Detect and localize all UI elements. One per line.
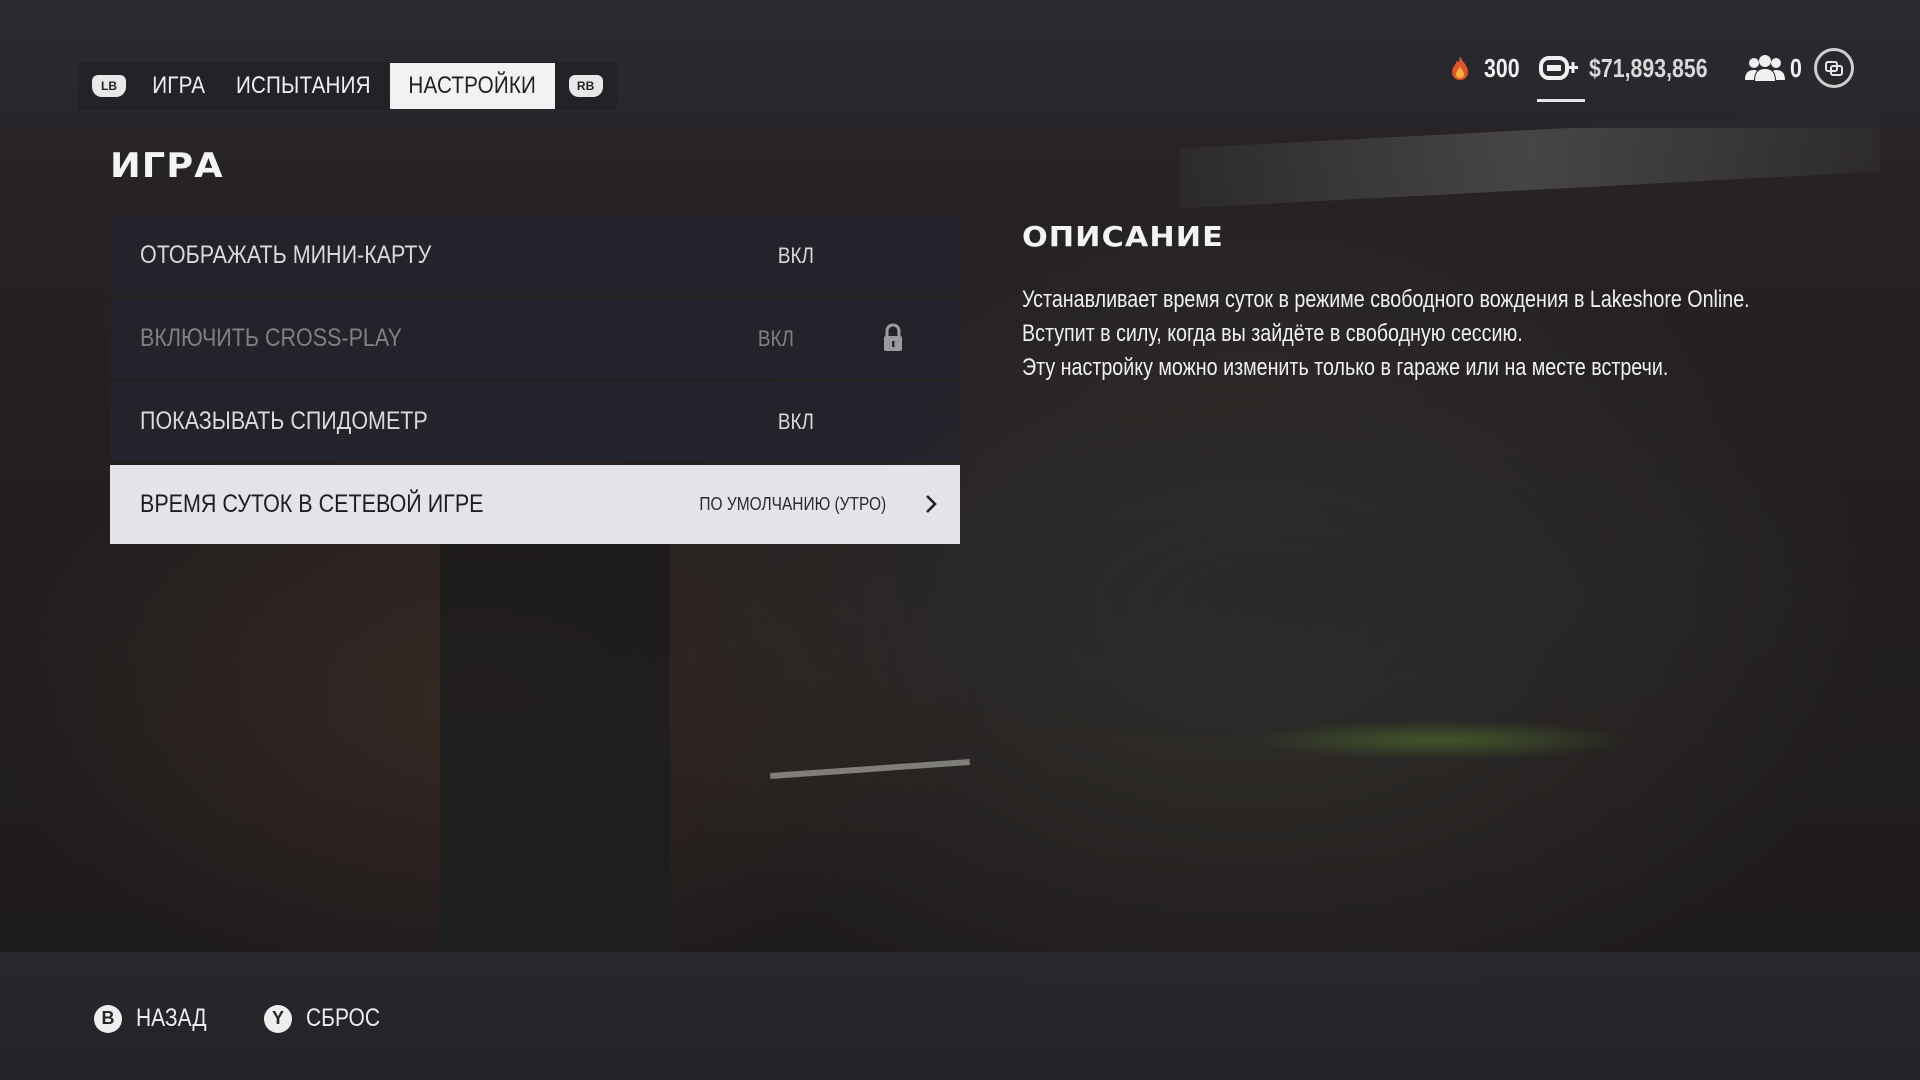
- bottom-bar: B НАЗАД Y СБРОС: [0, 952, 1920, 1080]
- rb-bumper-icon[interactable]: RB: [568, 75, 603, 97]
- setting-row-speedometer[interactable]: ПОКАЗЫВАТЬ СПИДОМЕТР ВКЛ: [110, 382, 960, 461]
- tab-game[interactable]: ИГРА: [140, 63, 217, 109]
- setting-label: ВКЛЮЧИТЬ CROSS-PLAY: [140, 324, 402, 352]
- setting-label: ВРЕМЯ СУТОК В СЕТЕВОЙ ИГРЕ: [140, 490, 484, 518]
- background-light-streak: [770, 759, 970, 779]
- tab-game-label: ИГРА: [152, 72, 206, 99]
- lock-icon: [884, 323, 902, 351]
- tab-bar: LB ИГРА ИСПЫТАНИЯ НАСТРОЙКИ RB: [78, 62, 617, 110]
- chevron-right-icon[interactable]: [924, 493, 938, 515]
- lb-bumper-icon[interactable]: LB: [92, 75, 126, 97]
- top-bar: LB ИГРА ИСПЫТАНИЯ НАСТРОЙКИ RB 300 $71,8…: [0, 0, 1920, 128]
- tab-challenges-label: ИСПЫТАНИЯ: [236, 72, 372, 99]
- bank-underline: [1536, 99, 1585, 102]
- crew-value: 0: [1789, 52, 1802, 83]
- rep-flame-icon: [1451, 56, 1468, 80]
- setting-label: ОТОБРАЖАТЬ МИНИ-КАРТУ: [140, 241, 432, 269]
- tab-settings-label: НАСТРОЙКИ: [408, 72, 537, 99]
- background-green-glow: [1250, 720, 1630, 760]
- back-label: НАЗАД: [136, 1004, 207, 1032]
- description-line: Эту настройку можно изменить только в га…: [1022, 354, 1669, 381]
- section-title: ИГРА: [110, 146, 224, 186]
- setting-row-minimap[interactable]: ОТОБРАЖАТЬ МИНИ-КАРТУ ВКЛ: [110, 216, 960, 295]
- setting-value: ВКЛ: [777, 242, 814, 268]
- profile-icon[interactable]: [1814, 48, 1854, 88]
- y-button-icon: Y: [264, 1004, 292, 1033]
- setting-row-online-time-of-day[interactable]: ВРЕМЯ СУТОК В СЕТЕВОЙ ИГРЕ ПО УМОЛЧАНИЮ …: [110, 465, 960, 544]
- reset-label: СБРОС: [306, 1004, 380, 1032]
- setting-value: ВКЛ: [777, 408, 814, 434]
- settings-list: ОТОБРАЖАТЬ МИНИ-КАРТУ ВКЛ ВКЛЮЧИТЬ CROSS…: [110, 216, 960, 548]
- background-pillar: [440, 540, 670, 950]
- back-hint[interactable]: B НАЗАД: [94, 1004, 220, 1033]
- settings-screen: LB ИГРА ИСПЫТАНИЯ НАСТРОЙКИ RB 300 $71,8…: [0, 0, 1920, 1080]
- setting-row-crossplay[interactable]: ВКЛЮЧИТЬ CROSS-PLAY ВКЛ: [110, 299, 960, 378]
- tab-settings[interactable]: НАСТРОЙКИ: [390, 63, 555, 109]
- currency-panel: 300 $71,893,856 0: [1446, 46, 1854, 102]
- rep-value: 300: [1483, 52, 1520, 83]
- reset-hint[interactable]: Y СБРОС: [264, 1004, 394, 1033]
- description-line: Вступит в силу, когда вы зайдёте в свобо…: [1022, 320, 1523, 347]
- b-button-icon: B: [94, 1004, 122, 1033]
- setting-label: ПОКАЗЫВАТЬ СПИДОМЕТР: [140, 407, 428, 435]
- tab-challenges[interactable]: ИСПЫТАНИЯ: [217, 63, 390, 109]
- description-title: ОПИСАНИЕ: [1022, 220, 1224, 253]
- bank-add-icon[interactable]: [1536, 52, 1585, 102]
- setting-value: ВКЛ: [757, 325, 794, 351]
- description-panel: ОПИСАНИЕ Устанавливает время суток в реж…: [1022, 220, 1842, 385]
- setting-value: ПО УМОЛЧАНИЮ (УТРО): [699, 494, 886, 514]
- cash-value: $71,893,856: [1588, 52, 1708, 83]
- description-line: Устанавливает время суток в режиме свобо…: [1022, 286, 1750, 313]
- crew-icon: [1744, 55, 1785, 81]
